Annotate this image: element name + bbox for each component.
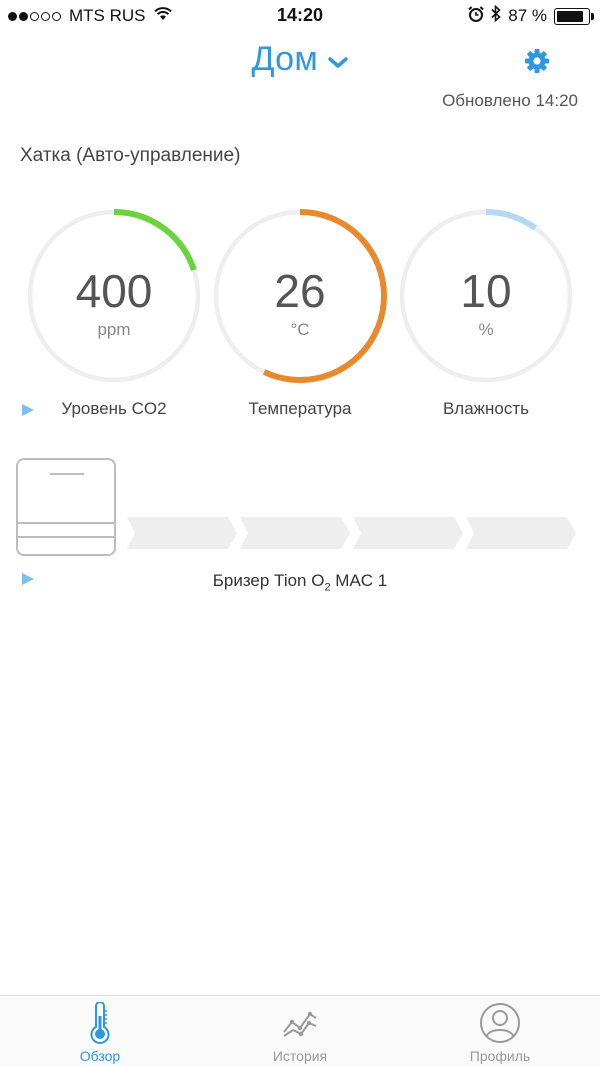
alarm-icon — [468, 5, 484, 27]
temperature-gauge[interactable]: 26 °C — [212, 208, 388, 384]
location-selector[interactable]: Дом — [0, 40, 600, 79]
co2-value: 400 — [75, 265, 153, 317]
last-updated-label: Обновлено 14:20 — [442, 91, 578, 110]
tab-profile-label: Профиль — [469, 1048, 531, 1064]
humidity-gauge[interactable]: 10 % — [398, 208, 574, 384]
status-right: 87 % — [461, 4, 594, 27]
thermometer-icon — [40, 1002, 160, 1044]
location-title: Дом — [251, 40, 319, 78]
breezer-label: Бризер Tion O2 MAC 1 — [212, 571, 388, 594]
chart-line-icon — [240, 1002, 360, 1044]
tab-profile[interactable]: Профиль — [440, 1002, 560, 1064]
tab-overview[interactable]: Обзор — [40, 1002, 160, 1064]
temperature-label: Температура — [248, 399, 352, 418]
speed-segment-4 — [466, 517, 576, 549]
temperature-unit: °C — [290, 320, 310, 339]
speed-segment-2 — [240, 517, 350, 549]
battery-icon — [554, 7, 594, 25]
tab-history[interactable]: История — [240, 1002, 360, 1064]
speed-segment-3 — [353, 517, 463, 549]
fan-speed-indicator[interactable] — [127, 517, 579, 554]
settings-gear-icon[interactable] — [522, 46, 552, 76]
profile-icon — [440, 1002, 560, 1044]
status-bar: MTS RUS 14:20 87 % — [0, 0, 600, 34]
speed-segment-1 — [127, 517, 237, 549]
co2-unit: ppm — [97, 320, 131, 339]
tab-history-label: История — [272, 1048, 328, 1064]
humidity-value: 10 — [460, 265, 512, 317]
battery-percentage: 87 % — [508, 6, 547, 25]
humidity-label: Влажность — [442, 399, 530, 418]
co2-label: Уровень CO2 — [61, 399, 167, 418]
breezer-device-icon[interactable] — [16, 458, 116, 556]
temperature-value: 26 — [274, 265, 326, 317]
bluetooth-icon — [491, 4, 501, 27]
chevron-down-icon — [327, 56, 349, 75]
humidity-unit: % — [478, 320, 494, 339]
tab-overview-label: Обзор — [79, 1048, 121, 1064]
co2-gauge[interactable]: 400 ppm — [26, 208, 202, 384]
tab-bar: Обзор История Профиль — [0, 995, 600, 1067]
room-title: Хатка (Авто-управление) — [20, 145, 241, 166]
